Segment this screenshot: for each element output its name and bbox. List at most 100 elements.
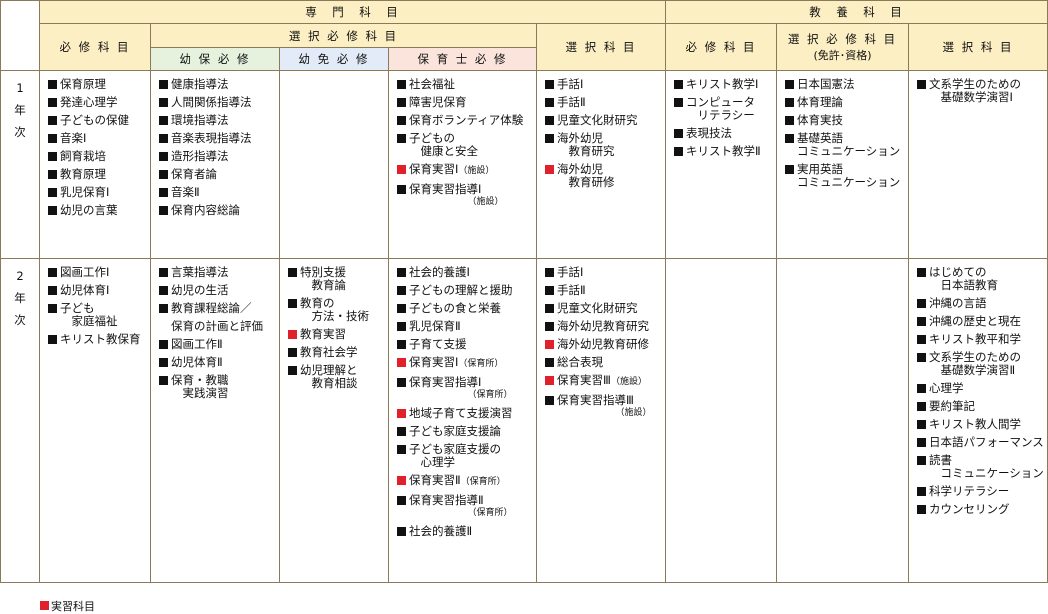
subject-name: 心理学 <box>929 381 964 395</box>
practice-subject-item: 保育実習Ⅱ（保育所） <box>396 474 536 489</box>
subject-name: 音楽Ⅱ <box>171 185 200 199</box>
subject-item: 体育実技 <box>784 114 908 127</box>
subject-name: キリスト教人間学 <box>929 417 1021 431</box>
subject-item: 保育者論 <box>158 168 279 181</box>
subject-name: 海外幼児 <box>557 162 603 176</box>
subject-name: 子ども <box>60 301 95 315</box>
subject-name: 音楽Ⅰ <box>60 131 87 145</box>
subject-name: 保育の計画と評価 <box>171 319 263 333</box>
year2-hisshu: 図画工作Ⅰ 幼児体育Ⅰ 子ども 家庭福祉 キリスト教保育 <box>39 258 151 583</box>
subject-name: 子どもの食と栄養 <box>409 301 501 315</box>
subject-list: 言葉指導法 幼児の生活 教育課程総論／ 保育の計画と評価 図画工作Ⅱ 幼児体育Ⅱ 保育・教職… <box>158 266 279 400</box>
subject-name: 児童文化財研究 <box>557 301 638 315</box>
subject-name: 基礎英語 <box>797 131 843 145</box>
header-senmon: 専 門 科 目 <box>39 0 666 24</box>
subject-item: 総合表現 <box>544 356 665 369</box>
subject-item: キリスト教平和学 <box>916 333 1047 346</box>
year1-kyoyo-hisshu: キリスト教学Ⅰ コンピュータ リテラシー 表現技法 キリスト教学Ⅱ <box>665 70 777 259</box>
subject-name: 表現技法 <box>686 126 732 140</box>
subject-item: 児童文化財研究 <box>544 114 665 127</box>
subject-item: 子ども 家庭福祉 <box>47 302 150 328</box>
year2-kyoyo-hisshu <box>665 258 777 583</box>
subject-name: 社会的養護Ⅰ <box>409 265 470 279</box>
subject-list: キリスト教学Ⅰ コンピュータ リテラシー 表現技法 キリスト教学Ⅱ <box>673 78 776 158</box>
subject-item: 保育実習指導Ⅰ （施設） <box>396 183 536 209</box>
subject-name-line2: 実践演習 <box>171 386 229 400</box>
subject-name: 幼児体育Ⅰ <box>60 283 110 297</box>
practice-square-icon <box>40 601 49 610</box>
subject-item: 発達心理学 <box>47 96 150 109</box>
year1-youmen <box>279 70 389 259</box>
subject-name: 要約筆記 <box>929 399 975 413</box>
header-kyoyo-hisshu: 必 修 科 目 <box>665 23 777 71</box>
header-kyoyo-sentaku-hisshu: 選 択 必 修 科 目 (免許･資格) <box>776 23 909 71</box>
subject-item: 幼児体育Ⅰ <box>47 284 150 297</box>
subject-name: 文系学生のための <box>929 350 1021 364</box>
subject-item: 手話Ⅰ <box>544 78 665 91</box>
subject-item: 音楽表現指導法 <box>158 132 279 145</box>
subject-name: 海外幼児教育研究 <box>557 319 649 333</box>
year1-hisshu: 保育原理 発達心理学 子どもの保健 音楽Ⅰ 飼育栽培 教育原理 乳児保育Ⅰ 幼児の言葉 <box>39 70 151 259</box>
subject-item: 保育の計画と評価 <box>158 320 279 333</box>
subject-item: 児童文化財研究 <box>544 302 665 315</box>
subject-item: 子育て支援 <box>396 338 536 351</box>
subject-item: キリスト教保育 <box>47 333 150 346</box>
subject-name: 人間関係指導法 <box>171 95 252 109</box>
year1-youho: 健康指導法 人間関係指導法 環境指導法 音楽表現指導法 造形指導法 保育者論 音楽Ⅱ 保育内容… <box>150 70 280 259</box>
subject-item: 子どもの理解と援助 <box>396 284 536 297</box>
subject-name: 保育実習指導Ⅲ <box>557 393 634 407</box>
subject-item: 保育実習指導Ⅲ （施設） <box>544 394 665 420</box>
subject-name-line2: 心理学 <box>409 455 455 469</box>
subject-name: 幼児理解と <box>300 363 358 377</box>
subject-name: カウンセリング <box>929 502 1010 516</box>
year-row-2: 2 年 次 図画工作Ⅰ 幼児体育Ⅰ 子ども 家庭福祉 キリスト教保育 言葉指導法 幼児の… <box>0 258 1048 583</box>
subject-name: 教育課程総論／ <box>171 301 252 315</box>
subject-item: 教育課程総論／ <box>158 302 279 315</box>
subject-name-line2: 日本語教育 <box>929 278 998 292</box>
header-youmen: 幼 免 必 修 <box>279 47 389 71</box>
subject-name: 子ども家庭支援論 <box>409 424 501 438</box>
subject-item: 沖縄の言語 <box>916 297 1047 310</box>
subject-item: 文系学生のための 基礎数学演習Ⅰ <box>916 78 1047 104</box>
subject-name: 幼児の生活 <box>171 283 229 297</box>
year2-kyoyo-sentaku-hisshu <box>776 258 909 583</box>
subject-name: 日本国憲法 <box>797 77 855 91</box>
curriculum-table: 専 門 科 目 教 養 科 目 必 修 科 目 選 択 必 修 科 目 選 択 … <box>0 0 1048 583</box>
subject-item: キリスト教学Ⅰ <box>673 78 776 91</box>
subject-name: 造形指導法 <box>171 149 229 163</box>
subject-name: 保育実習Ⅰ <box>409 355 459 369</box>
subject-item: 教育の 方法・技術 <box>287 297 388 323</box>
subject-name-line2: コミュニケーション <box>929 466 1044 480</box>
subject-item: 健康指導法 <box>158 78 279 91</box>
subject-list: 保育原理 発達心理学 子どもの保健 音楽Ⅰ 飼育栽培 教育原理 乳児保育Ⅰ 幼児の言葉 <box>47 78 150 217</box>
year-label-2: 2 年 次 <box>0 258 40 583</box>
subject-name: キリスト教保育 <box>60 332 141 346</box>
subject-note: （保育所） <box>409 508 513 518</box>
subject-name: 児童文化財研究 <box>557 113 638 127</box>
subject-name-line2: 家庭福祉 <box>60 314 118 328</box>
subject-name-line2: 教育論 <box>300 278 346 292</box>
subject-name: 手話Ⅰ <box>557 77 584 91</box>
subject-name: 読書 <box>929 453 952 467</box>
subject-item: 表現技法 <box>673 127 776 140</box>
subject-list: 図画工作Ⅰ 幼児体育Ⅰ 子ども 家庭福祉 キリスト教保育 <box>47 266 150 346</box>
subject-name: 子どもの理解と援助 <box>409 283 513 297</box>
subject-item: 心理学 <box>916 382 1047 395</box>
subject-item: 子ども家庭支援論 <box>396 425 536 438</box>
subject-name: 幼児体育Ⅱ <box>171 355 223 369</box>
year2-youmen: 特別支援 教育論 教育の 方法・技術 教育実習 教育社会学 幼児理解と 教育相談 <box>279 258 389 583</box>
subject-item: 社会福祉 <box>396 78 536 91</box>
practice-subject-item: 海外幼児教育研修 <box>544 338 665 351</box>
subject-name-line2: リテラシー <box>686 108 755 122</box>
subject-item: 図画工作Ⅱ <box>158 338 279 351</box>
subject-name: キリスト教学Ⅱ <box>686 144 761 158</box>
subject-name: 保育・教職 <box>171 373 229 387</box>
year2-sentaku: 手話Ⅰ 手話Ⅱ 児童文化財研究 海外幼児教育研究 海外幼児教育研修 総合表現 保育実習Ⅲ（施… <box>536 258 666 583</box>
year-label-digit: 2 <box>16 269 24 283</box>
subject-name: 日本語パフォーマンス <box>929 435 1044 449</box>
subject-item: 幼児の生活 <box>158 284 279 297</box>
subject-item: 幼児の言葉 <box>47 204 150 217</box>
subject-item: キリスト教学Ⅱ <box>673 145 776 158</box>
year1-hoikushi: 社会福祉 障害児保育 保育ボランティア体験 子どもの 健康と安全 保育実習Ⅰ（施設） 保育… <box>388 70 537 259</box>
subject-item: 飼育栽培 <box>47 150 150 163</box>
